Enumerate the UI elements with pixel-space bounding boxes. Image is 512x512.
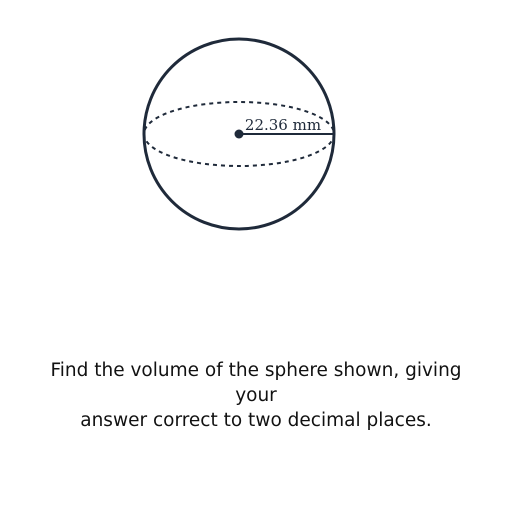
- question-text: Find the volume of the sphere shown, giv…: [30, 358, 482, 433]
- question-line-1: Find the volume of the sphere shown, giv…: [50, 360, 462, 406]
- sphere-diagram: 22.36 mm: [142, 37, 336, 231]
- question-line-2: answer correct to two decimal places.: [80, 410, 432, 431]
- radius-label: 22.36 mm: [245, 116, 321, 134]
- center-point: [234, 129, 244, 139]
